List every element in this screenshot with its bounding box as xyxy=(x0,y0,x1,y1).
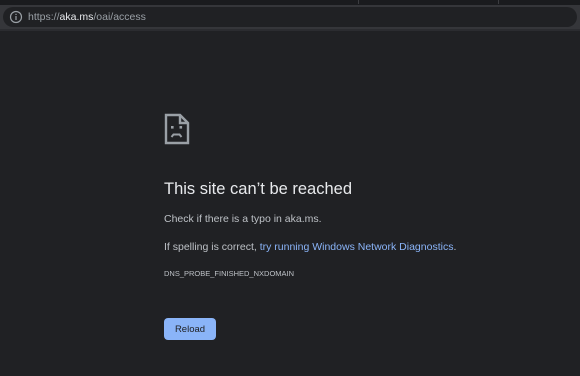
tab-separator xyxy=(498,0,499,4)
url-path: /oai/access xyxy=(93,11,146,23)
url-domain: aka.ms xyxy=(59,11,94,23)
browser-toolbar: https://aka.ms/oai/access xyxy=(0,5,580,29)
sad-file-icon xyxy=(164,113,190,145)
tab-separator xyxy=(358,0,359,4)
info-circle-icon[interactable] xyxy=(9,10,23,24)
error-heading: This site can’t be reached xyxy=(164,180,353,198)
typo-suggestion: Check if there is a typo in aka.ms. xyxy=(164,213,322,225)
url-text[interactable]: https://aka.ms/oai/access xyxy=(28,10,146,24)
network-diagnostics-link[interactable]: try running Windows Network Diagnostics xyxy=(260,241,454,253)
diagnostics-prefix: If spelling is correct, xyxy=(164,241,260,253)
toolbar-divider xyxy=(0,29,580,31)
url-scheme: https:// xyxy=(28,11,60,23)
error-code: DNS_PROBE_FINISHED_NXDOMAIN xyxy=(164,269,295,278)
diagnostics-suggestion: If spelling is correct, try running Wind… xyxy=(164,240,456,254)
reload-button[interactable]: Reload xyxy=(164,318,216,340)
diagnostics-suffix: . xyxy=(453,241,457,253)
address-bar[interactable]: https://aka.ms/oai/access xyxy=(3,7,577,27)
